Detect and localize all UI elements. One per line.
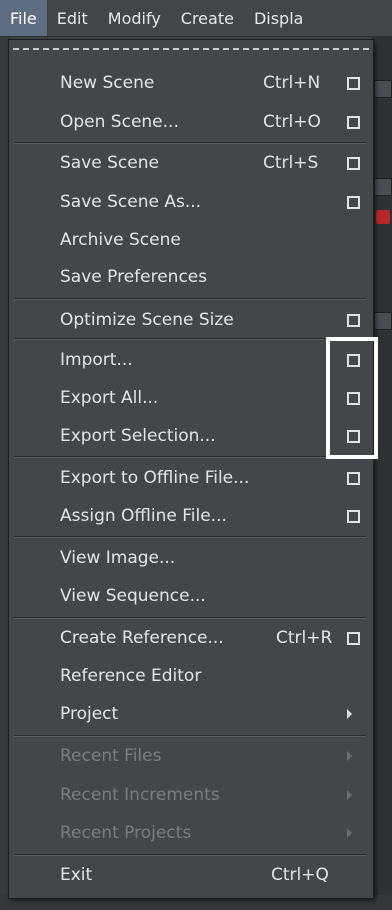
file-menu: New Scene Ctrl+N Open Scene... Ctrl+O Sa… xyxy=(8,39,374,899)
menu-item-label: Recent Projects xyxy=(60,823,192,843)
menu-item-exit[interactable]: Exit Ctrl+Q xyxy=(9,858,373,894)
menu-item-export-to-offline-file[interactable]: Export to Offline File... xyxy=(9,461,373,497)
menu-item-label: Save Scene As... xyxy=(60,192,202,212)
option-box-icon[interactable] xyxy=(347,472,360,485)
menubar-create[interactable]: Create xyxy=(171,0,244,36)
background-control xyxy=(374,80,392,98)
menu-separator xyxy=(14,142,366,144)
tear-off-handle[interactable] xyxy=(13,48,369,50)
menu-item-label: Archive Scene xyxy=(60,230,181,250)
menu-item-label: Save Scene xyxy=(60,153,159,173)
option-box-icon[interactable] xyxy=(347,632,360,645)
menu-item-reference-editor[interactable]: Reference Editor xyxy=(9,659,373,695)
menu-item-label: Import... xyxy=(60,350,133,370)
menu-item-shortcut: Ctrl+S xyxy=(263,153,319,173)
menu-item-shortcut: Ctrl+Q xyxy=(271,865,329,885)
menu-separator xyxy=(14,338,366,340)
menu-item-recent-files: Recent Files xyxy=(9,739,373,775)
submenu-arrow-icon xyxy=(347,828,352,838)
submenu-arrow-icon xyxy=(347,790,352,800)
menu-separator xyxy=(14,617,366,619)
submenu-arrow-icon xyxy=(347,709,352,719)
menu-item-recent-increments: Recent Increments xyxy=(9,778,373,814)
menu-item-save-scene[interactable]: Save Scene Ctrl+S xyxy=(9,146,373,182)
menu-item-export-selection[interactable]: Export Selection... xyxy=(9,419,373,455)
menu-item-label: Recent Increments xyxy=(60,785,220,805)
menu-separator xyxy=(14,456,366,458)
menu-item-archive-scene[interactable]: Archive Scene xyxy=(9,223,373,259)
menu-item-assign-offline-file[interactable]: Assign Offline File... xyxy=(9,499,373,535)
menu-item-label: Exit xyxy=(60,865,93,885)
menubar-display[interactable]: Displa xyxy=(244,0,314,36)
menu-item-view-image[interactable]: View Image... xyxy=(9,541,373,577)
background-red-swatch xyxy=(376,210,390,224)
menu-item-label: Reference Editor xyxy=(60,666,202,686)
menu-separator xyxy=(14,298,366,300)
menu-separator xyxy=(14,854,366,856)
menu-item-new-scene[interactable]: New Scene Ctrl+N xyxy=(9,66,373,102)
option-box-icon[interactable] xyxy=(347,77,360,90)
menu-item-label: Project xyxy=(60,704,119,724)
menu-item-label: View Image... xyxy=(60,548,176,568)
background-control xyxy=(374,178,392,196)
menu-item-save-preferences[interactable]: Save Preferences xyxy=(9,260,373,296)
menu-item-label: Assign Offline File... xyxy=(60,506,227,526)
menu-item-project[interactable]: Project xyxy=(9,697,373,733)
menu-separator xyxy=(14,735,366,737)
menu-item-export-all[interactable]: Export All... xyxy=(9,381,373,417)
menubar-file[interactable]: File xyxy=(0,0,47,36)
main-menubar: File Edit Modify Create Displa xyxy=(0,0,392,37)
menu-item-shortcut: Ctrl+O xyxy=(263,112,321,132)
option-box-icon[interactable] xyxy=(347,116,360,129)
menu-item-label: Optimize Scene Size xyxy=(60,310,234,330)
highlight-annotation-box xyxy=(326,337,378,459)
background-control xyxy=(374,312,392,330)
menu-item-shortcut: Ctrl+N xyxy=(263,73,321,93)
menu-item-label: Open Scene... xyxy=(60,112,179,132)
app-background-panel xyxy=(372,36,392,910)
menubar-modify[interactable]: Modify xyxy=(98,0,171,36)
submenu-arrow-icon xyxy=(347,751,352,761)
menu-separator xyxy=(14,536,366,538)
menu-item-save-scene-as[interactable]: Save Scene As... xyxy=(9,185,373,221)
menu-item-label: Export to Offline File... xyxy=(60,468,250,488)
option-box-icon[interactable] xyxy=(347,510,360,523)
menu-item-open-scene[interactable]: Open Scene... Ctrl+O xyxy=(9,105,373,141)
menu-item-shortcut: Ctrl+R xyxy=(276,628,333,648)
option-box-icon[interactable] xyxy=(347,157,360,170)
menu-item-create-reference[interactable]: Create Reference... Ctrl+R xyxy=(9,621,373,657)
menu-item-import[interactable]: Import... xyxy=(9,343,373,379)
option-box-icon[interactable] xyxy=(347,196,360,209)
menu-item-label: View Sequence... xyxy=(60,586,206,606)
menu-item-recent-projects: Recent Projects xyxy=(9,816,373,852)
menu-item-label: Create Reference... xyxy=(60,628,224,648)
menu-item-optimize-scene-size[interactable]: Optimize Scene Size xyxy=(9,303,373,339)
menu-item-label: Recent Files xyxy=(60,746,162,766)
menu-item-label: Export Selection... xyxy=(60,426,216,446)
menu-item-label: Save Preferences xyxy=(60,267,208,287)
menu-item-label: New Scene xyxy=(60,73,155,93)
menu-item-view-sequence[interactable]: View Sequence... xyxy=(9,579,373,615)
menubar-edit[interactable]: Edit xyxy=(47,0,98,36)
menu-item-label: Export All... xyxy=(60,388,159,408)
option-box-icon[interactable] xyxy=(347,314,360,327)
